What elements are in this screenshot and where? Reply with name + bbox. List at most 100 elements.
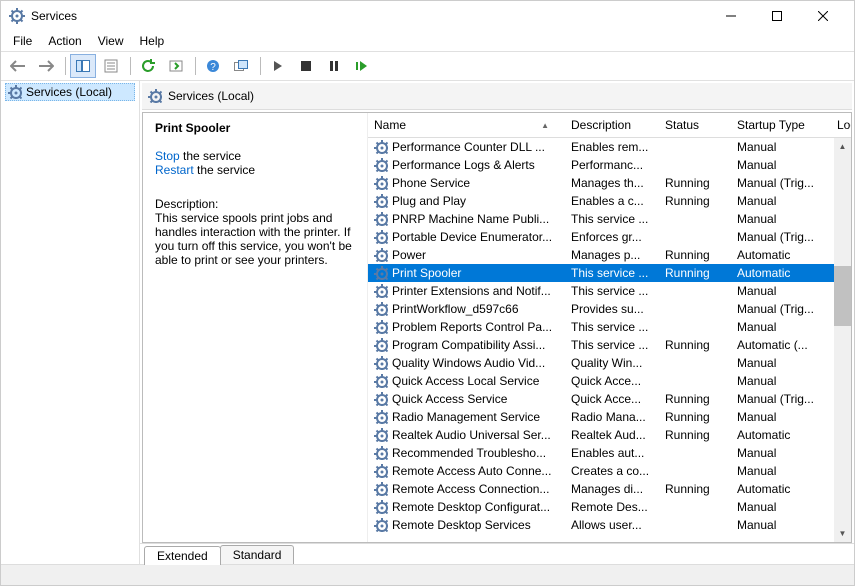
col-name[interactable]: Name▲ xyxy=(368,118,565,132)
cell-status: Running xyxy=(659,428,731,442)
stop-service-button[interactable] xyxy=(293,54,319,78)
cell-name: Performance Counter DLL ... xyxy=(392,140,545,154)
minimize-button[interactable] xyxy=(708,1,754,31)
selected-service-name: Print Spooler xyxy=(155,121,355,135)
service-row[interactable]: Quality Windows Audio Vid...Quality Win.… xyxy=(368,354,851,372)
stop-link[interactable]: Stop xyxy=(155,149,180,163)
cell-startup: Automatic xyxy=(731,482,831,496)
service-row[interactable]: Remote Desktop Configurat... Remote Des..… xyxy=(368,498,851,516)
col-log-on-as[interactable]: Log On As xyxy=(831,118,851,132)
gear-icon xyxy=(374,176,388,190)
statusbar xyxy=(1,564,854,585)
service-row[interactable]: Performance Counter DLL ...Enables rem..… xyxy=(368,138,851,156)
cell-name: Remote Desktop Configurat... xyxy=(392,500,550,514)
show-hide-console-button[interactable] xyxy=(70,54,96,78)
scroll-down-arrow[interactable]: ▼ xyxy=(834,525,851,542)
export-list-button[interactable] xyxy=(163,54,189,78)
cell-startup: Manual xyxy=(731,320,831,334)
tree-item-services-local[interactable]: Services (Local) xyxy=(5,83,135,101)
cell-startup: Automatic xyxy=(731,248,831,262)
service-row[interactable]: Printer Extensions and Notif...This serv… xyxy=(368,282,851,300)
svg-text:?: ? xyxy=(210,62,216,73)
maximize-button[interactable] xyxy=(754,1,800,31)
cell-description: Enforces gr... xyxy=(565,230,659,244)
service-row[interactable]: Remote Desktop ServicesAllows user...Man… xyxy=(368,516,851,534)
cell-status: Running xyxy=(659,176,731,190)
service-row[interactable]: Quick Access Local ServiceQuick Acce...M… xyxy=(368,372,851,390)
cell-startup: Manual xyxy=(731,374,831,388)
pause-service-button[interactable] xyxy=(321,54,347,78)
service-row[interactable]: Quick Access ServiceQuick Acce...Running… xyxy=(368,390,851,408)
menu-view[interactable]: View xyxy=(90,32,132,50)
menu-file[interactable]: File xyxy=(5,32,40,50)
start-service-button[interactable] xyxy=(265,54,291,78)
col-status[interactable]: Status xyxy=(659,118,731,132)
cell-description: Remote Des... xyxy=(565,500,659,514)
new-window-button[interactable] xyxy=(228,54,254,78)
cell-startup: Manual (Trig... xyxy=(731,230,831,244)
vertical-scrollbar[interactable]: ▲ ▼ xyxy=(834,138,851,542)
restart-service-button[interactable] xyxy=(349,54,375,78)
gear-icon xyxy=(374,158,388,172)
gear-icon xyxy=(374,518,388,532)
gear-icon xyxy=(374,410,388,424)
tab-standard[interactable]: Standard xyxy=(220,545,295,564)
back-button[interactable] xyxy=(5,54,31,78)
service-row[interactable]: Problem Reports Control Pa...This servic… xyxy=(368,318,851,336)
description-text: This service spools print jobs and handl… xyxy=(155,211,355,267)
col-description[interactable]: Description xyxy=(565,118,659,132)
cell-name: Quality Windows Audio Vid... xyxy=(392,356,545,370)
col-startup-type[interactable]: Startup Type xyxy=(731,118,831,132)
gear-icon xyxy=(148,89,162,103)
cell-status: Running xyxy=(659,338,731,352)
service-row[interactable]: Recommended Troublesho...Enables aut...M… xyxy=(368,444,851,462)
app-icon xyxy=(9,8,25,24)
refresh-button[interactable] xyxy=(135,54,161,78)
service-row[interactable]: Portable Device Enumerator...Enforces gr… xyxy=(368,228,851,246)
service-row[interactable]: Print SpoolerThis service ...RunningAuto… xyxy=(368,264,851,282)
cell-startup: Automatic xyxy=(731,266,831,280)
gear-icon xyxy=(374,230,388,244)
cell-startup: Automatic (... xyxy=(731,338,831,352)
help-button[interactable]: ? xyxy=(200,54,226,78)
cell-name: PNRP Machine Name Publi... xyxy=(392,212,549,226)
cell-name: Quick Access Service xyxy=(392,392,507,406)
service-row[interactable]: Remote Access Connection...Manages di...… xyxy=(368,480,851,498)
restart-link[interactable]: Restart xyxy=(155,163,194,177)
cell-name: Remote Access Connection... xyxy=(392,482,549,496)
service-row[interactable]: Radio Management ServiceRadio Mana...Run… xyxy=(368,408,851,426)
forward-button[interactable] xyxy=(33,54,59,78)
cell-description: Enables a c... xyxy=(565,194,659,208)
close-button[interactable] xyxy=(800,1,846,31)
gear-icon xyxy=(374,338,388,352)
cell-name: Phone Service xyxy=(392,176,470,190)
service-row[interactable]: Program Compatibility Assi...This servic… xyxy=(368,336,851,354)
service-row[interactable]: Realtek Audio Universal Ser...Realtek Au… xyxy=(368,426,851,444)
window-title: Services xyxy=(31,9,77,23)
cell-description: This service ... xyxy=(565,266,659,280)
gear-icon xyxy=(374,464,388,478)
scroll-up-arrow[interactable]: ▲ xyxy=(834,138,851,155)
service-row[interactable]: PowerManages p...RunningAutomaticLocal S… xyxy=(368,246,851,264)
cell-startup: Manual (Trig... xyxy=(731,392,831,406)
service-row[interactable]: PrintWorkflow_d597c66Provides su...Manua… xyxy=(368,300,851,318)
scroll-thumb[interactable] xyxy=(834,266,851,326)
properties-button[interactable] xyxy=(98,54,124,78)
service-row[interactable]: Performance Logs & AlertsPerformanc...Ma… xyxy=(368,156,851,174)
menu-action[interactable]: Action xyxy=(40,32,89,50)
cell-startup: Manual xyxy=(731,446,831,460)
cell-status: Running xyxy=(659,392,731,406)
gear-icon xyxy=(374,212,388,226)
tab-extended[interactable]: Extended xyxy=(144,546,221,565)
service-row[interactable]: Phone ServiceManages th...RunningManual … xyxy=(368,174,851,192)
cell-name: Problem Reports Control Pa... xyxy=(392,320,552,334)
gear-icon xyxy=(374,446,388,460)
service-row[interactable]: PNRP Machine Name Publi...This service .… xyxy=(368,210,851,228)
menu-help[interactable]: Help xyxy=(132,32,173,50)
cell-name: PrintWorkflow_d597c66 xyxy=(392,302,519,316)
cell-startup: Automatic xyxy=(731,428,831,442)
cell-startup: Manual xyxy=(731,518,831,532)
cell-description: Allows user... xyxy=(565,518,659,532)
service-row[interactable]: Remote Access Auto Conne...Creates a co.… xyxy=(368,462,851,480)
service-row[interactable]: Plug and PlayEnables a c...RunningManual… xyxy=(368,192,851,210)
